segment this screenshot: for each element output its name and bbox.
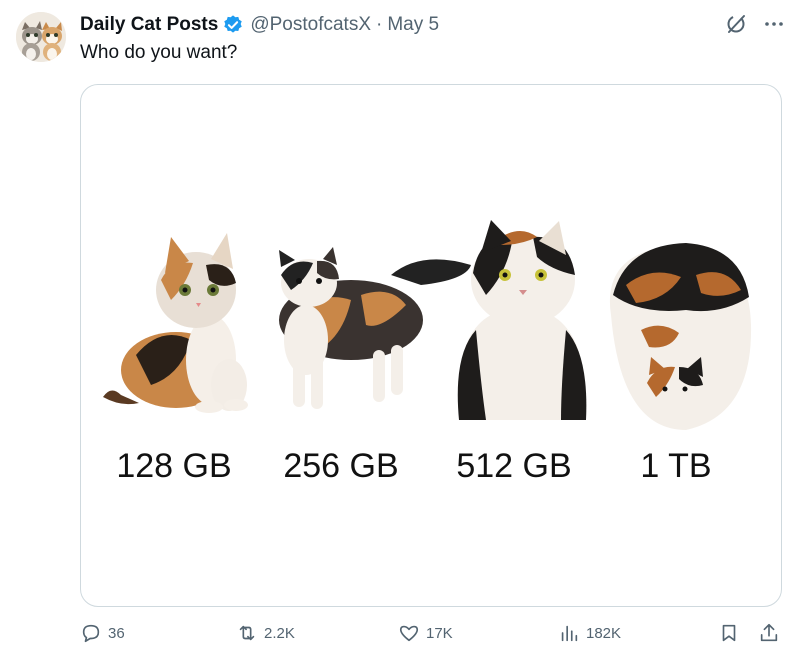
views-button[interactable]: 182K bbox=[558, 622, 621, 644]
reply-count: 36 bbox=[108, 624, 125, 642]
tweet: Daily Cat Posts @PostofcatsX · May 5 Who… bbox=[0, 0, 800, 669]
kitten-illustration bbox=[103, 233, 248, 413]
heart-icon bbox=[399, 625, 419, 642]
size-label-128gb: 128 GB bbox=[116, 447, 232, 485]
share-button[interactable] bbox=[758, 622, 780, 644]
tweet-action-bar: 36 2.2K 17K 182K bbox=[80, 622, 785, 650]
handle[interactable]: @PostofcatsX bbox=[250, 14, 371, 36]
repost-button[interactable]: 2.2K bbox=[236, 622, 295, 644]
display-name[interactable]: Daily Cat Posts bbox=[80, 14, 218, 36]
separator-dot: · bbox=[376, 14, 383, 35]
more-icon[interactable] bbox=[762, 12, 786, 36]
reply-button[interactable]: 36 bbox=[80, 622, 125, 644]
bookmark-icon bbox=[722, 624, 736, 642]
avatar-cats-image bbox=[16, 12, 66, 62]
tweet-top-actions bbox=[724, 12, 786, 36]
cats-image bbox=[103, 220, 752, 430]
like-count: 17K bbox=[426, 624, 453, 642]
tweet-text: Who do you want? bbox=[80, 42, 238, 63]
repost-icon bbox=[239, 625, 255, 641]
views-count: 182K bbox=[586, 624, 622, 642]
views-icon bbox=[561, 625, 578, 642]
post-date[interactable]: May 5 bbox=[387, 14, 439, 36]
reply-icon bbox=[82, 624, 100, 643]
size-label-256gb: 256 GB bbox=[283, 447, 399, 485]
bookmark-button[interactable] bbox=[718, 622, 740, 644]
fat-cat-illustration bbox=[609, 243, 752, 430]
size-label-512gb: 512 GB bbox=[456, 447, 572, 485]
grok-icon[interactable] bbox=[724, 12, 748, 36]
repost-count: 2.2K bbox=[264, 624, 295, 642]
size-label-1tb: 1 TB bbox=[640, 447, 712, 485]
avatar[interactable] bbox=[16, 12, 66, 62]
like-button[interactable]: 17K bbox=[398, 622, 453, 644]
tweet-header: Daily Cat Posts @PostofcatsX · May 5 bbox=[80, 12, 439, 38]
chubby-cat-illustration bbox=[457, 220, 587, 420]
standing-cat-illustration bbox=[279, 247, 471, 409]
tweet-media[interactable]: 128 GB 256 GB 512 GB 1 TB bbox=[80, 84, 782, 607]
share-icon bbox=[760, 623, 778, 642]
verified-badge-icon[interactable] bbox=[222, 14, 244, 36]
